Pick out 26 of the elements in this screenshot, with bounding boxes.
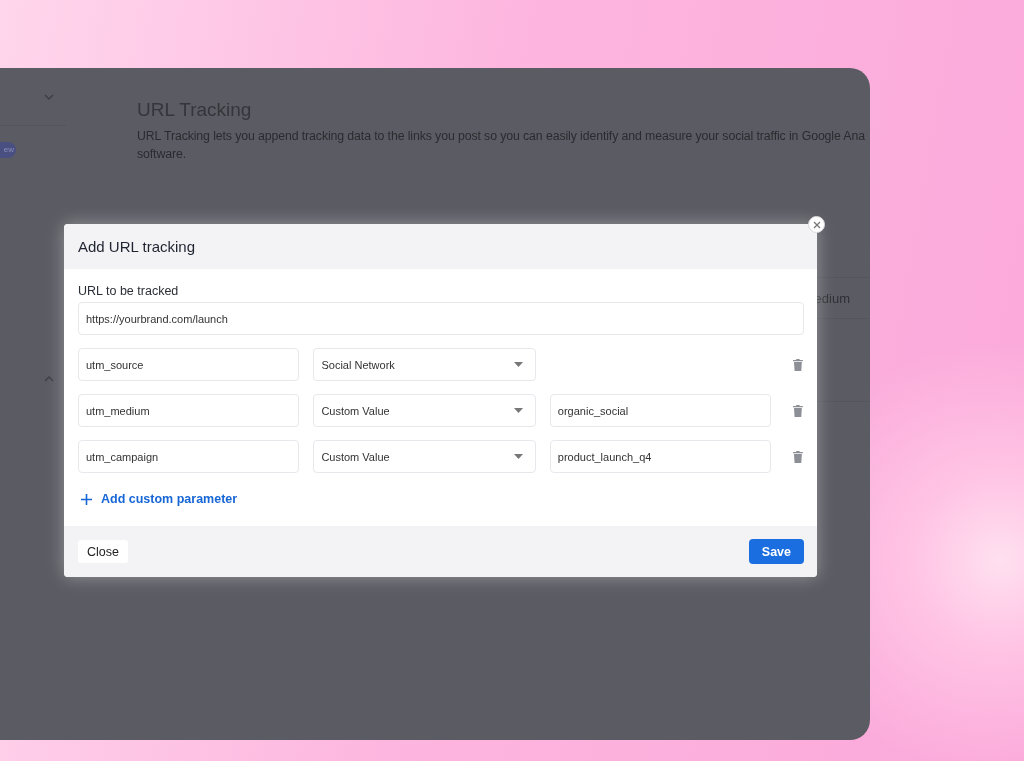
value-source-dropdown[interactable]: Custom Value bbox=[313, 394, 536, 427]
close-button[interactable]: Close bbox=[78, 540, 128, 563]
trash-icon[interactable] bbox=[793, 404, 803, 417]
save-button[interactable]: Save bbox=[748, 539, 804, 564]
chevron-up-icon[interactable] bbox=[44, 376, 54, 382]
trash-icon[interactable] bbox=[793, 358, 803, 371]
modal-title: Add URL tracking bbox=[78, 238, 195, 255]
parameter-value-field[interactable]: product_launch_q4 bbox=[549, 440, 772, 473]
close-icon bbox=[812, 220, 821, 229]
caret-icon bbox=[514, 362, 523, 367]
value-source-dropdown[interactable]: Custom Value bbox=[313, 440, 536, 473]
trash-icon[interactable] bbox=[793, 450, 803, 463]
add-parameter-link[interactable]: Add custom parameter bbox=[78, 492, 803, 506]
caret-icon bbox=[513, 454, 523, 459]
caret-icon bbox=[513, 408, 523, 413]
parameter-name-field[interactable]: utm_campaign bbox=[78, 440, 300, 473]
parameter-name-field[interactable]: utm_source bbox=[78, 348, 300, 381]
url-label: URL to be tracked bbox=[78, 284, 180, 298]
parameter-name-field[interactable]: utm_medium bbox=[78, 394, 300, 427]
close-button[interactable] bbox=[808, 216, 825, 233]
plus-icon bbox=[81, 493, 92, 505]
chevron-down-icon[interactable] bbox=[44, 93, 54, 100]
badge: ew bbox=[0, 142, 16, 158]
value-source-dropdown[interactable]: Social Network bbox=[313, 348, 536, 381]
parameter-value-field[interactable]: organic_social bbox=[549, 394, 772, 427]
url-input-field[interactable]: https://yourbrand.com/launch bbox=[78, 302, 804, 335]
